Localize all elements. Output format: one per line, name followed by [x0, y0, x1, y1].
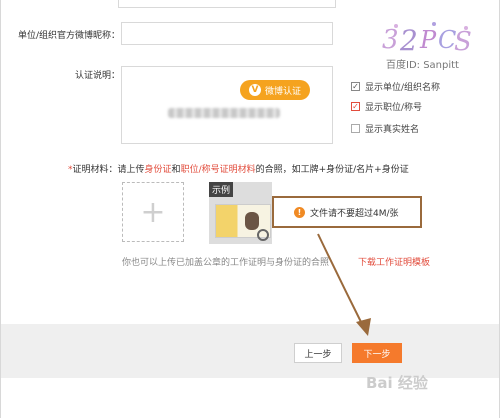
svg-text:P: P: [419, 26, 437, 54]
svg-text:S: S: [454, 27, 472, 57]
svg-text:3: 3: [382, 25, 399, 55]
sanpitt-logo-icon: 3 2 P C S: [382, 22, 472, 57]
watermark-logo: 3 2 P C S 百度ID: Sanpitt: [378, 18, 488, 76]
svg-text:2: 2: [399, 24, 418, 57]
baidu-jingyan-watermark: Bai 经验: [366, 374, 428, 392]
watermark-id-text: 百度ID: Sanpitt: [386, 60, 459, 71]
